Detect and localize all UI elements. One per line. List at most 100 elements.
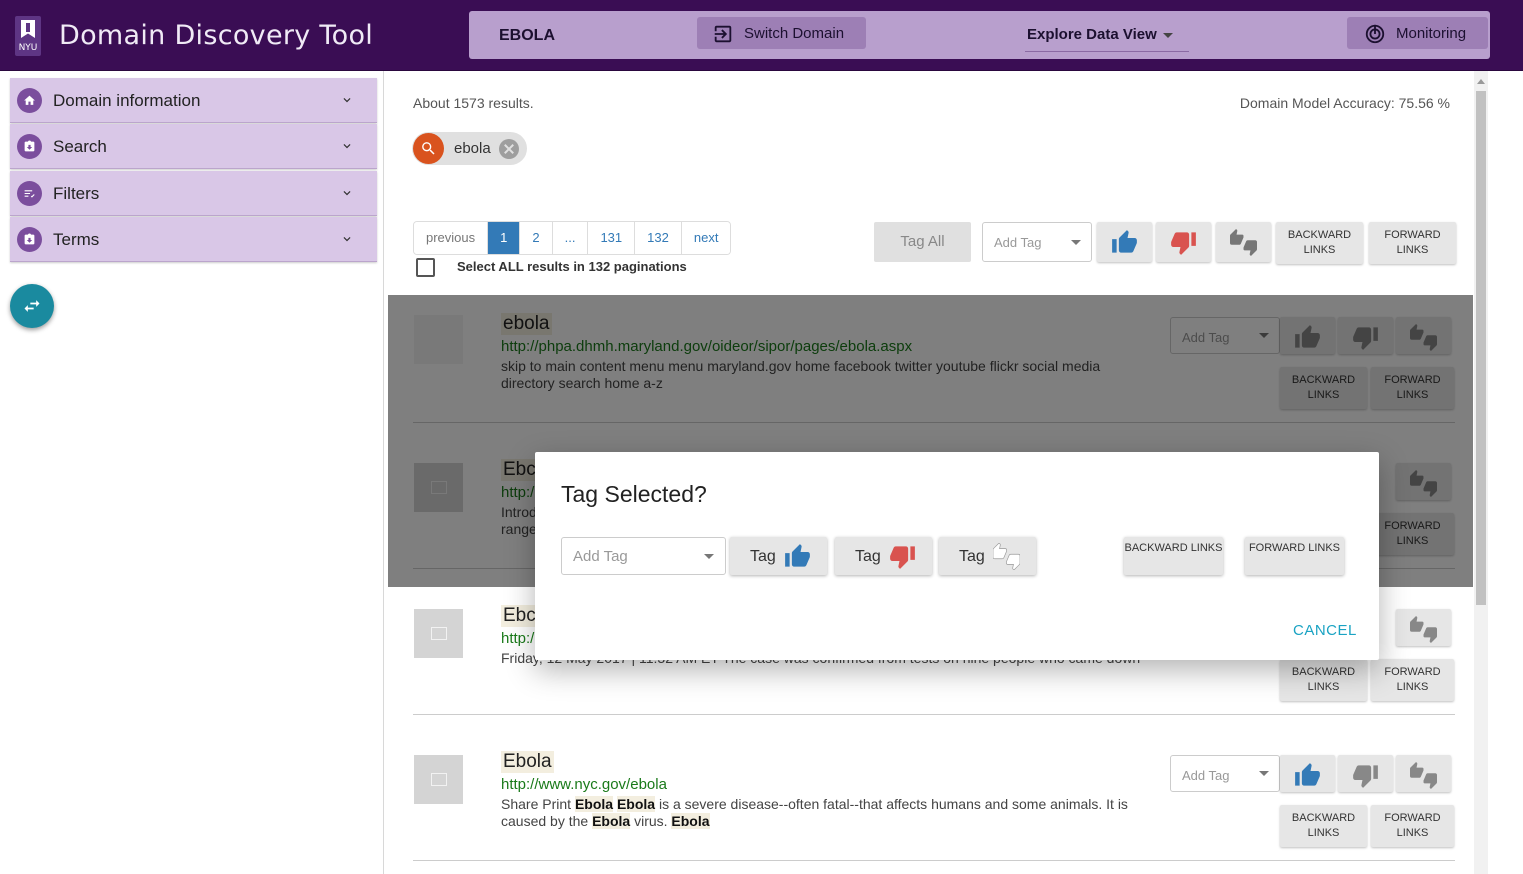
result-url[interactable]: http://www.nyc.gov/ebola xyxy=(501,776,667,793)
add-tag-placeholder: Add Tag xyxy=(1182,768,1230,783)
result-thumbnail xyxy=(414,755,463,804)
main-scrollbar[interactable] xyxy=(1474,71,1488,874)
select-all-label: Select ALL results in 132 paginations xyxy=(457,259,687,274)
backward-links-button[interactable]: BACKWARD LINKS xyxy=(1280,805,1367,847)
pagination-page-1[interactable]: 1 xyxy=(488,222,521,254)
result-snippet: Share Print Ebola Ebola is a severe dise… xyxy=(501,796,1141,830)
tag-relevant-button[interactable] xyxy=(1280,755,1335,792)
sidebar-item-terms[interactable]: Terms xyxy=(10,217,377,262)
snippet-highlight: Ebola xyxy=(574,796,614,812)
add-tag-placeholder: Add Tag xyxy=(994,235,1042,250)
result-thumbnail xyxy=(414,609,463,658)
chevron-down-icon xyxy=(704,554,714,559)
app-title: Domain Discovery Tool xyxy=(59,20,374,51)
add-tag-placeholder: Add Tag xyxy=(573,548,628,565)
dialog-cancel-button[interactable]: CANCEL xyxy=(1293,622,1357,639)
result-title[interactable]: Ebc xyxy=(501,605,538,627)
filter-list-icon xyxy=(17,181,42,206)
swap-horiz-icon xyxy=(24,300,40,312)
view-select[interactable]: Explore Data View xyxy=(1025,22,1189,52)
dialog-tag-neutral-button[interactable]: Tag xyxy=(939,537,1036,575)
sidebar-item-search[interactable]: Search xyxy=(10,124,377,169)
clipboard-icon xyxy=(17,134,42,159)
clipboard-icon xyxy=(17,227,42,252)
thumb-up-icon xyxy=(1295,763,1320,786)
backward-links-button[interactable]: BACKWARD LINKS xyxy=(1276,222,1363,264)
scroll-thumb[interactable] xyxy=(1476,91,1486,605)
thumb-up-icon xyxy=(785,544,810,567)
thumb-down-icon xyxy=(890,546,915,569)
pagination-page-131[interactable]: 131 xyxy=(588,222,636,254)
swap-fab-button[interactable] xyxy=(10,284,54,328)
domain-toolbar: EBOLA Switch Domain Explore Data View Mo… xyxy=(469,11,1490,59)
app-header: NYU Domain Discovery Tool EBOLA Switch D… xyxy=(0,0,1523,71)
thumbs-up-down-icon xyxy=(1410,762,1437,789)
sidebar-item-label: Domain information xyxy=(53,91,201,110)
result-url[interactable]: http:/ xyxy=(501,630,534,647)
dialog-tag-relevant-button[interactable]: Tag xyxy=(730,537,827,575)
logo-text: NYU xyxy=(18,43,38,53)
dialog-add-tag-select[interactable]: Add Tag xyxy=(561,537,726,575)
chevron-down-icon xyxy=(343,191,351,196)
thumbs-up-down-icon xyxy=(1410,616,1437,643)
chevron-down-icon xyxy=(343,237,351,242)
tag-neutral-button[interactable] xyxy=(1216,222,1271,262)
result-item: Ebola http://www.nyc.gov/ebola Share Pri… xyxy=(413,715,1455,861)
search-chip: ebola xyxy=(412,132,527,165)
add-tag-select[interactable]: Add Tag xyxy=(982,222,1092,262)
tag-irrelevant-button[interactable] xyxy=(1156,222,1211,262)
tag-neutral-button[interactable] xyxy=(1396,755,1451,792)
thumbs-up-down-icon xyxy=(993,543,1020,570)
search-icon xyxy=(413,133,444,164)
chevron-down-icon xyxy=(1071,240,1081,245)
sidebar-item-domain-information[interactable]: Domain information xyxy=(10,78,377,123)
scroll-up-arrow-icon[interactable] xyxy=(1477,79,1485,84)
snippet-highlight: Ebola xyxy=(671,813,710,829)
pagination-ellipsis[interactable]: ... xyxy=(552,222,589,254)
pagination-previous[interactable]: previous xyxy=(414,222,489,254)
sidebar-item-label: Filters xyxy=(53,184,100,203)
pagination: previous 1 2 ... 131 132 next xyxy=(413,221,732,255)
chevron-down-icon xyxy=(1259,771,1269,776)
forward-links-button[interactable]: FORWARD LINKS xyxy=(1371,805,1454,847)
sidebar-item-label: Search xyxy=(53,137,107,156)
tag-relevant-button[interactable] xyxy=(1097,222,1152,262)
view-select-value: Explore Data View xyxy=(1027,26,1157,43)
forward-links-button[interactable]: FORWARD LINKS xyxy=(1369,222,1456,264)
pagination-page-132[interactable]: 132 xyxy=(635,222,682,254)
dialog-backward-links-button[interactable]: BACKWARD LINKS xyxy=(1124,537,1223,575)
forward-links-button[interactable]: FORWARD LINKS xyxy=(1371,659,1454,701)
tag-label: Tag xyxy=(750,548,776,565)
chip-label: ebola xyxy=(454,140,491,157)
current-domain: EBOLA xyxy=(499,27,555,44)
sidebar-item-filters[interactable]: Filters xyxy=(10,171,377,216)
snippet-highlight: Ebola xyxy=(592,813,631,829)
nyu-logo: NYU xyxy=(15,16,41,56)
dialog-forward-links-button[interactable]: FORWARD LINKS xyxy=(1245,537,1344,575)
sidebar: Domain information Search Filters Terms xyxy=(0,71,384,874)
tag-neutral-button[interactable] xyxy=(1396,609,1451,646)
chevron-down-icon xyxy=(343,144,351,149)
sidebar-item-label: Terms xyxy=(53,230,100,249)
pagination-next[interactable]: next xyxy=(681,222,731,254)
dialog-tag-irrelevant-button[interactable]: Tag xyxy=(835,537,932,575)
results-count: About 1573 results. xyxy=(413,95,534,111)
add-tag-select[interactable]: Add Tag xyxy=(1170,755,1280,792)
backward-links-button[interactable]: BACKWARD LINKS xyxy=(1280,659,1367,701)
switch-domain-button[interactable]: Switch Domain xyxy=(697,17,866,49)
pagination-page-2[interactable]: 2 xyxy=(520,222,553,254)
monitoring-label: Monitoring xyxy=(1396,25,1467,42)
tag-all-button[interactable]: Tag All xyxy=(874,222,971,262)
result-title[interactable]: Ebola xyxy=(501,751,554,773)
chip-delete-icon[interactable] xyxy=(499,139,519,159)
radar-icon xyxy=(1365,24,1385,44)
model-accuracy: Domain Model Accuracy: 75.56 % xyxy=(1239,95,1450,111)
monitoring-button[interactable]: Monitoring xyxy=(1347,17,1488,49)
tag-selected-dialog: Tag Selected? Add Tag Tag Tag Tag BACKWA… xyxy=(535,452,1379,660)
thumb-down-icon xyxy=(1353,765,1378,788)
chevron-down-icon xyxy=(1163,33,1173,38)
tag-irrelevant-button[interactable] xyxy=(1338,755,1393,792)
tag-label: Tag xyxy=(959,548,985,565)
select-all-checkbox[interactable] xyxy=(416,258,435,277)
switch-domain-label: Switch Domain xyxy=(744,25,845,42)
